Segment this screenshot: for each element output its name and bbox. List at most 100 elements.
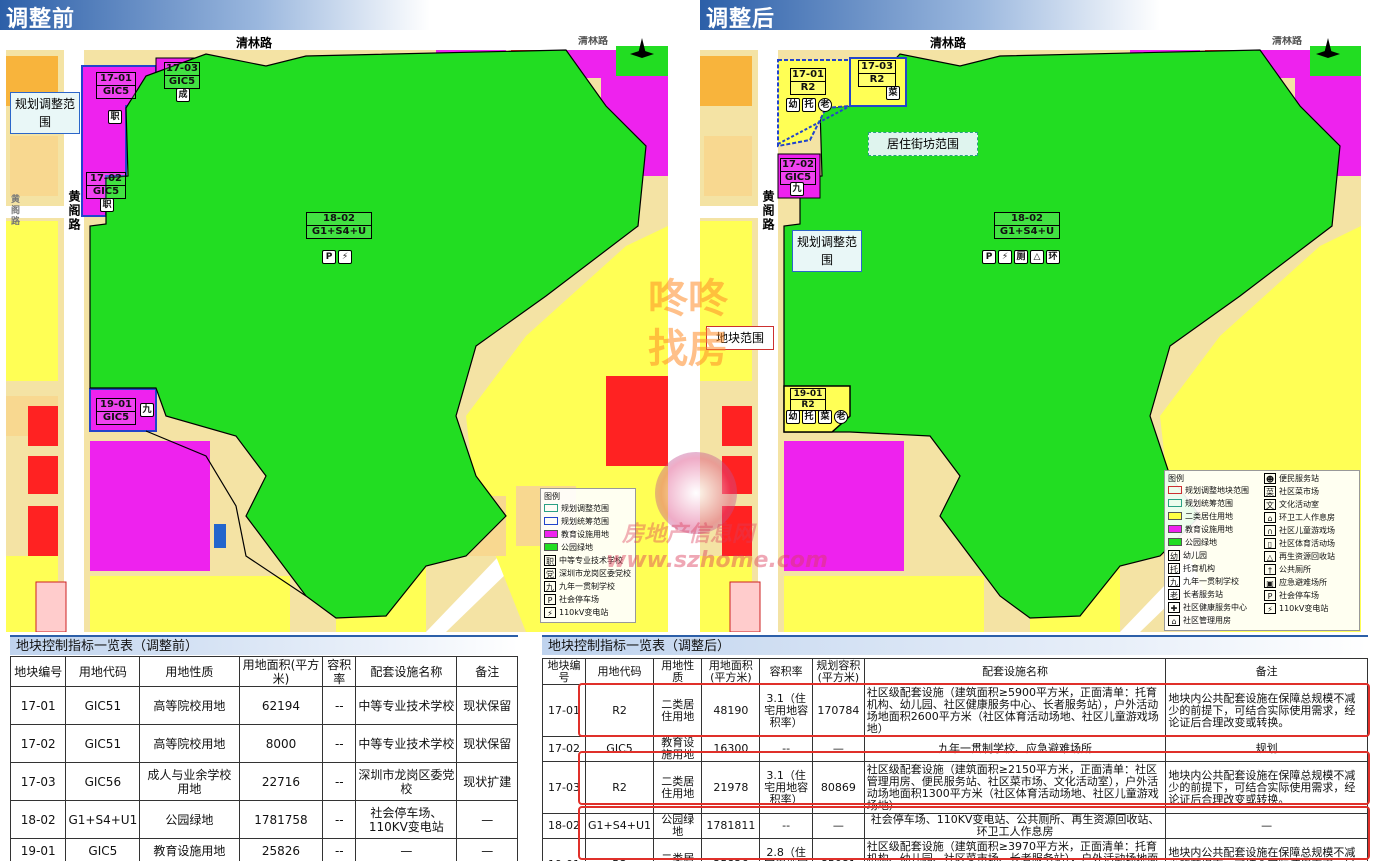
block-label-17-03: 17-03 R2 xyxy=(858,60,896,87)
callout-scope-after: 规划调整范围 xyxy=(792,230,862,272)
block-label-18-02: 18-02 G1+S4+U xyxy=(306,212,372,239)
col-header: 备注 xyxy=(456,656,518,687)
cell: GIC56 xyxy=(65,762,141,801)
legend-item: ☻ 便民服务站 xyxy=(1264,473,1319,484)
watermark-brand: 咚咚找房 xyxy=(648,276,728,372)
legend-item: 幼幼儿园 xyxy=(1168,550,1207,561)
cell: -- xyxy=(759,736,814,762)
legend-item: 规划统筹范围 xyxy=(1168,498,1260,511)
table-after-title: 地块控制指标一览表（调整后） xyxy=(542,635,1368,655)
cell: 社会停车场、110KV变电站 xyxy=(355,800,458,839)
watermark-url: www.szhome.com xyxy=(606,548,828,573)
table-after: 地块编号 用地代码 用地性质 用地面积(平方米) 容积率 规划容积(平方米) 配… xyxy=(541,658,1368,861)
table-row: 19-01R2二类居住用地258262.8（住宅用地容积率）85081社区级配套… xyxy=(541,838,1368,861)
legend-item: ⚡ 110kV变电站 xyxy=(1264,603,1356,616)
cell: -- xyxy=(322,724,357,763)
cell: 地块内公共配套设施在保障总规模不减少的前提下，可结合实际使用需求，经论证后合理改… xyxy=(1165,761,1368,814)
cell: — xyxy=(456,838,518,861)
table-row: 18-02 G1+S4+U1 公园绿地 1781811 -- — 社会停车场、110KV变电… xyxy=(541,813,1368,839)
cell: 社区级配套设施（建筑面积≥3970平方米，正面清单：托育机构、幼儿园、社区菜市场… xyxy=(863,838,1167,861)
cell: -- xyxy=(759,813,814,839)
block-label-17-02: 17-02 GIC5 xyxy=(86,172,126,199)
table-row: 17-01 R2 二类居住用地 48190 3.1（住宅用地容积率） 170784 社区级配… xyxy=(541,684,1368,737)
cell: 九年一贯制学校、应急避难场所 xyxy=(863,736,1167,762)
legend-item: 规划调整范围 xyxy=(544,503,632,516)
legend-item: ✚ 社区健康服务中心 xyxy=(1168,602,1260,615)
map-after[interactable]: 清林路 清林路 黄阁路 居住街坊范围 规划调整范围 地块范围 17-01 R2 幼… xyxy=(700,36,1361,632)
parcel-hatched xyxy=(35,581,67,632)
cell: 21978 xyxy=(701,761,761,814)
table-header-row: 地块编号 用地代码 用地性质 用地面积(平方米) 容积率 规划容积(平方米) 配… xyxy=(541,658,1368,685)
cell: — xyxy=(812,736,865,762)
callout-residential: 居住街坊范围 xyxy=(868,132,978,156)
vocational-school-icon: 职 xyxy=(100,198,114,212)
cell: 1781811 xyxy=(701,813,761,839)
cell: -- xyxy=(322,838,357,861)
cell: R2 xyxy=(585,684,655,737)
legend-item: ⌂ 环卫工人作息房 xyxy=(1264,512,1356,525)
legend-col-1: 图例 规划调整地块范围 规划统筹范围 二类居住用地 教育设施用地 公园绿地 幼幼… xyxy=(1168,473,1260,628)
substation-icon: ⚡ xyxy=(338,250,352,264)
table-before-title: 地块控制指标一览表（调整前） xyxy=(10,635,518,655)
cell: R2 xyxy=(585,761,655,814)
parcel-tan xyxy=(10,136,58,196)
table-before: 地块编号 用地代码 用地性质 用地面积(平方米) 容积率 配套设施名称 备注 1… xyxy=(9,656,518,861)
road-label-left-small: 黄阁路 xyxy=(9,194,19,227)
legend-item: 公园绿地 xyxy=(1168,537,1260,550)
cell: 现状保留 xyxy=(456,686,518,725)
cell: 18-02 xyxy=(9,800,67,839)
cell: GIC51 xyxy=(65,686,141,725)
parcel-red xyxy=(28,506,58,556)
col-header: 用地代码 xyxy=(585,658,655,685)
legend-item: 老长者服务站 xyxy=(1168,589,1223,600)
cell: 地块内公共配套设施在保障总规模不减少的前提下，可结合实际使用需求，经论证后合理改… xyxy=(1165,838,1368,861)
legend-heading: 图例 xyxy=(1168,474,1184,483)
cell: 19-01 xyxy=(9,838,67,861)
cell: 80869 xyxy=(812,761,865,814)
cell: 教育设施用地 xyxy=(139,838,240,861)
table-row: 17-02 GIC51 高等院校用地 8000 -- 中等专业技术学校 现状保留 xyxy=(9,724,518,763)
legend-item: 规划统筹范围 xyxy=(544,516,632,529)
cell: 17-01 xyxy=(541,684,587,737)
block-label-17-03: 17-03 GIC5 xyxy=(164,62,200,89)
col-header: 备注 xyxy=(1165,658,1368,685)
cell: 17-03 xyxy=(9,762,67,801)
parcel-hatched xyxy=(729,581,761,632)
parcel-red xyxy=(722,406,752,446)
table-row: 17-03 GIC56 成人与业余学校用地 22716 -- 深圳市龙岗区委党校 现状扩建 xyxy=(9,762,518,801)
map-before[interactable]: 清林路 清林路 黄阁路 黄阁路 规划调整范围 17-01 GIC5 职 17-03… xyxy=(6,36,668,632)
legend-after: 图例 规划调整地块范围 规划统筹范围 二类居住用地 教育设施用地 公园绿地 幼幼… xyxy=(1164,470,1360,631)
legend-item: P 社会停车场 xyxy=(544,594,632,607)
cell: 17-02 xyxy=(9,724,67,763)
cell: G1+S4+U1 xyxy=(65,800,141,839)
cell: 社区级配套设施（建筑面积≥5900平方米，正面清单：托育机构、幼儿园、社区健康服… xyxy=(863,684,1167,737)
legend-item: ▣ 应急避难场所 xyxy=(1264,577,1356,590)
childcare-icon: 托 xyxy=(802,410,816,424)
cell: 社区级配套设施（建筑面积≥2150平方米，正面清单：社区管理用房、便民服务站、社… xyxy=(863,761,1167,814)
block-label-17-01: 17-01 GIC5 xyxy=(96,72,136,99)
table-row: 17-01 GIC51 高等院校用地 62194 -- 中等专业技术学校 现状保留 xyxy=(9,686,518,725)
cell: 2.8（住宅用地容积率） xyxy=(759,838,814,861)
col-header: 用地面积(平方米) xyxy=(701,658,761,685)
cell: 二类居住用地 xyxy=(653,838,703,861)
table-row: 17-02 GIC5 教育设施用地 16300 -- — 九年一贯制学校、应急避难场所 规划 xyxy=(541,736,1368,762)
legend-item: 文文化活动室 xyxy=(1264,499,1319,510)
icons-18-02: P ⚡ xyxy=(322,250,352,264)
cell: 48190 xyxy=(701,684,761,737)
col-header: 配套设施名称 xyxy=(863,658,1167,685)
parcel-red xyxy=(606,376,668,466)
legend-item: △ 再生资源回收站 xyxy=(1264,551,1356,564)
cell: 18-02 xyxy=(541,813,587,839)
cell: 3.1（住宅用地容积率） xyxy=(759,684,814,737)
cell: 22716 xyxy=(238,762,324,801)
recycling-icon: △ xyxy=(1030,250,1044,264)
cell: G1+S4+U1 xyxy=(585,813,655,839)
legend-item: 九九年一贯制学校 xyxy=(544,581,615,592)
legend-item: 九九年一贯制学校 xyxy=(1168,576,1239,587)
cell: 3.1（住宅用地容积率） xyxy=(759,761,814,814)
col-header: 用地性质 xyxy=(139,656,240,687)
parcel-yellow xyxy=(90,576,290,632)
parking-icon: P xyxy=(982,250,996,264)
legend-item: 二类居住用地 xyxy=(1168,511,1260,524)
legend-item: ▯ 社区体育活动场 xyxy=(1264,538,1356,551)
